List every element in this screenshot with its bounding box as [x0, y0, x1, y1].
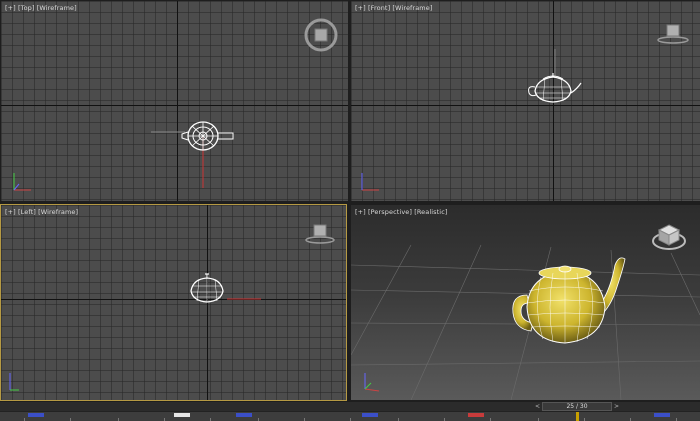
grid-axis-horizontal [1, 299, 346, 300]
viewcube-icon[interactable] [303, 223, 337, 245]
viewport-plus-menu[interactable]: [+] [355, 208, 366, 216]
viewport-perspective[interactable]: [+] [Perspective] [Realistic] [351, 205, 700, 400]
viewport-shading-menu[interactable]: [Wireframe] [38, 208, 78, 216]
viewport-front[interactable]: [+] [Front] [Wireframe] [351, 1, 700, 201]
time-slider-next-button[interactable]: > [613, 403, 620, 410]
viewport-label: [+] [Left] [Wireframe] [5, 208, 78, 216]
viewport-shading-menu[interactable]: [Realistic] [414, 208, 447, 216]
teapot-wireframe-left[interactable] [187, 273, 267, 309]
viewport-label: [+] [Top] [Wireframe] [5, 4, 77, 12]
keyframe-marker[interactable] [174, 413, 190, 417]
viewport-plus-menu[interactable]: [+] [5, 208, 16, 216]
viewport-view-menu[interactable]: [Top] [18, 4, 35, 12]
keyframe-marker[interactable] [236, 413, 252, 417]
viewport-label: [+] [Front] [Wireframe] [355, 4, 432, 12]
viewport-plus-menu[interactable]: [+] [5, 4, 16, 12]
viewcube-icon[interactable] [655, 23, 691, 45]
axis-tripod-icon [361, 173, 379, 191]
axis-tripod-icon [13, 173, 31, 191]
viewcube-icon[interactable] [303, 17, 339, 53]
keyframe-marker[interactable] [468, 413, 484, 417]
time-slider-prev-button[interactable]: < [534, 403, 541, 410]
viewport-shading-menu[interactable]: [Wireframe] [392, 4, 432, 12]
viewport-view-menu[interactable]: [Left] [18, 208, 36, 216]
axis-tripod-icon [9, 373, 19, 391]
viewcube-icon[interactable] [651, 221, 687, 253]
viewport-left[interactable]: [+] [Left] [Wireframe] [0, 204, 347, 401]
viewport-view-menu[interactable]: [Front] [368, 4, 390, 12]
viewport-label: [+] [Perspective] [Realistic] [355, 208, 448, 216]
grid-axis-horizontal [1, 105, 348, 106]
keyframe-marker[interactable] [654, 413, 670, 417]
keyframe-marker[interactable] [28, 413, 44, 417]
axis-tripod-icon [364, 373, 380, 392]
keyframe-marker[interactable] [362, 413, 378, 417]
viewport-view-menu[interactable]: [Perspective] [368, 208, 412, 216]
teapot-shaded-perspective[interactable] [507, 247, 632, 357]
viewport-shading-menu[interactable]: [Wireframe] [37, 4, 77, 12]
viewport-top[interactable]: [+] [Top] [Wireframe] [1, 1, 348, 201]
teapot-wireframe-front[interactable] [525, 49, 585, 109]
time-slider[interactable]: 25 / 30 [542, 402, 612, 411]
teapot-wireframe-top[interactable] [151, 116, 241, 196]
viewport-plus-menu[interactable]: [+] [355, 4, 366, 12]
